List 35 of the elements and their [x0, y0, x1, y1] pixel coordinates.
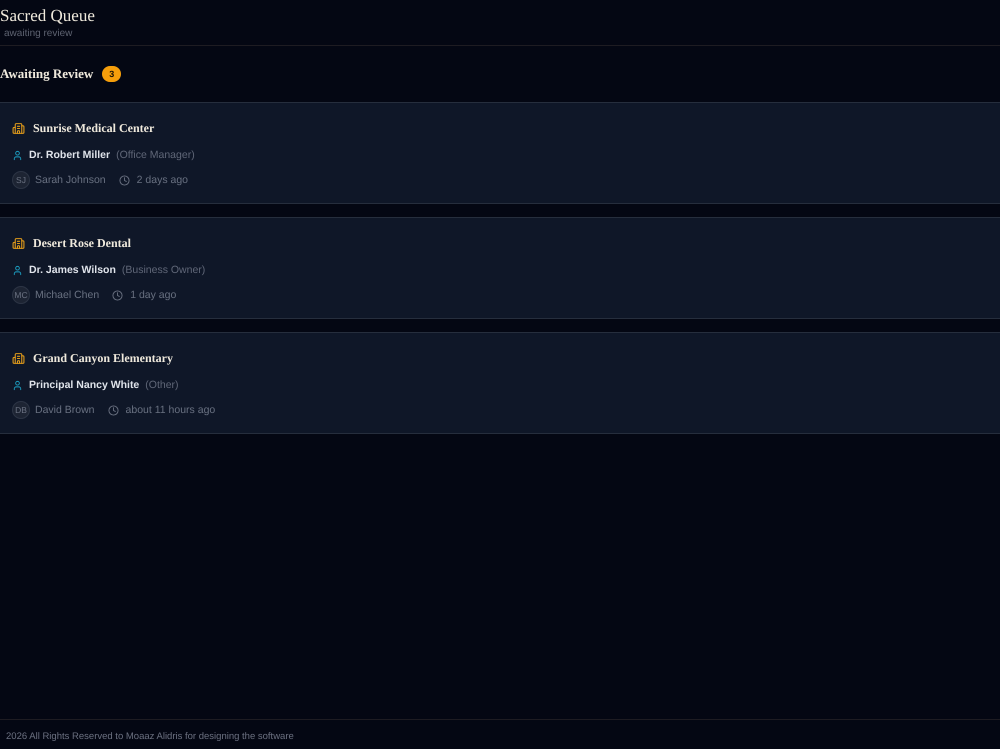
contact-name: Dr. Robert Miller [29, 149, 110, 161]
clock-icon [112, 290, 124, 300]
person-icon [12, 150, 23, 160]
person-icon [12, 264, 23, 276]
submitter-name: David Brown [35, 404, 95, 416]
contact-name: Dr. James Wilson [29, 264, 116, 276]
time-ago: 2 days ago [136, 174, 188, 186]
page-subtitle: awaiting review [4, 28, 72, 40]
avatar-initials: SJ [12, 171, 30, 189]
organization-name: Grand Canyon Elementary [33, 350, 174, 366]
organization-name: Desert Rose Dental [33, 236, 131, 250]
count-badge: 3 [102, 66, 122, 82]
request-card[interactable]: Sunrise Medical Center Dr. Robert Miller (Office Manager) SJ Sarah Johnson 2 days ago [0, 102, 1000, 204]
contact-name: Principal Nancy White [29, 379, 140, 391]
building-icon [12, 236, 25, 250]
avatar-initials: MC [12, 286, 30, 304]
page-title: Sacred Queue [0, 5, 95, 27]
clock-icon [118, 174, 130, 186]
section-title: Awaiting Review [0, 65, 94, 83]
contact-role: (Office Manager) [116, 149, 195, 161]
footer-text: 2026 All Rights Reserved to Moaaz Alidris for designing the software [6, 731, 294, 743]
time-ago: 1 day ago [130, 289, 176, 301]
building-icon [12, 122, 25, 134]
clock-icon [108, 404, 119, 416]
contact-role: (Other) [145, 379, 179, 391]
submitter-name: Michael Chen [35, 289, 100, 301]
request-card[interactable]: Grand Canyon Elementary Principal Nancy White (Other) DB David Brown about 11 hours ago [0, 332, 1000, 434]
building-icon [12, 352, 25, 364]
time-ago: about 11 hours ago [126, 404, 216, 416]
request-card[interactable]: Desert Rose Dental Dr. James Wilson (Business Owner) MC Michael Chen 1 day ago [0, 217, 1000, 319]
avatar-initials: DB [12, 401, 30, 419]
submitter-name: Sarah Johnson [35, 174, 106, 186]
contact-role: (Business Owner) [122, 264, 206, 276]
organization-name: Sunrise Medical Center [33, 120, 154, 136]
person-icon [12, 380, 23, 390]
